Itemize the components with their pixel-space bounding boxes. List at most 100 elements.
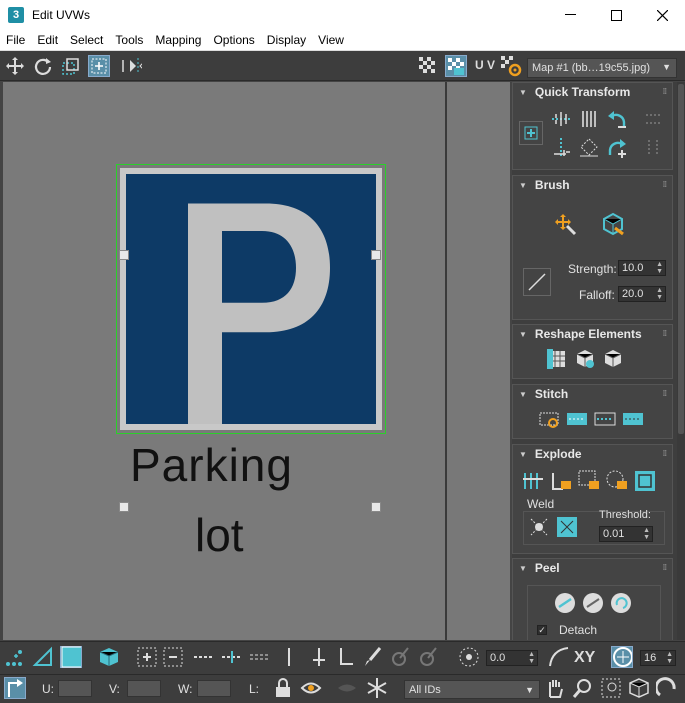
u-coord-field[interactable] xyxy=(58,680,92,697)
paint-shrink-button[interactable] xyxy=(418,646,440,668)
scrollbar-thumb[interactable] xyxy=(678,84,684,434)
zoom-extents-button[interactable] xyxy=(628,677,650,699)
ring-grow-button[interactable] xyxy=(308,646,330,668)
stitch-to-source-button[interactable] xyxy=(621,407,645,431)
uv-vertex-handle[interactable] xyxy=(371,250,381,260)
spinner-arrows-icon[interactable]: ▲ ▼ xyxy=(666,651,673,665)
panel-scrollbar[interactable] xyxy=(677,82,685,640)
rollout-header[interactable]: ▼ Peel ⁞⁞ xyxy=(513,559,672,577)
detach-edge-verts-button[interactable] xyxy=(549,469,573,493)
freeform-tool-button[interactable] xyxy=(88,55,110,77)
align-horizontal-button[interactable] xyxy=(549,107,573,131)
snap-grid-button[interactable] xyxy=(611,646,633,668)
edge-select-button[interactable] xyxy=(32,646,54,668)
w-coord-field[interactable] xyxy=(197,680,231,697)
flatten-by-polygon-angle-button[interactable] xyxy=(577,469,601,493)
show-map-button[interactable] xyxy=(445,55,467,77)
straighten-button[interactable] xyxy=(577,135,601,159)
move-tool-button[interactable] xyxy=(4,55,26,77)
relax-brush-button[interactable] xyxy=(601,212,625,236)
weld-target-button[interactable] xyxy=(555,515,579,539)
space-horizontal-button[interactable] xyxy=(577,107,601,131)
uv-vertex-handle[interactable] xyxy=(119,502,129,512)
align-vertical-button[interactable] xyxy=(549,135,573,159)
snap-toggle-button[interactable] xyxy=(656,677,678,699)
uv-vertex-handle[interactable] xyxy=(371,502,381,512)
maximize-button[interactable] xyxy=(593,0,639,30)
zoom-region-button[interactable] xyxy=(600,677,622,699)
unhide-all-button[interactable] xyxy=(336,677,358,699)
rotate-cw-button[interactable] xyxy=(605,135,629,159)
loop-shrink-button[interactable] xyxy=(248,646,270,668)
rotate-tool-button[interactable] xyxy=(32,55,54,77)
mirror-tool-button[interactable] xyxy=(120,55,142,77)
paint-grow-button[interactable] xyxy=(390,646,412,668)
flatten-by-material-ids-button[interactable] xyxy=(633,469,657,493)
quick-peel-button[interactable] xyxy=(553,591,577,615)
menu-file[interactable]: File xyxy=(0,33,31,47)
curve-mode-button[interactable] xyxy=(548,646,570,668)
rotate-ccw-button[interactable] xyxy=(605,107,629,131)
uv-viewport-outside-area[interactable] xyxy=(447,82,510,640)
loop-grow-button[interactable] xyxy=(192,646,214,668)
stitch-custom-button[interactable] xyxy=(537,407,561,431)
straighten-selection-button[interactable] xyxy=(545,347,569,371)
texture-options-button[interactable] xyxy=(500,55,522,77)
lock-selection-button[interactable] xyxy=(272,677,294,699)
rollout-header[interactable]: ▼ Brush ⁞⁞ xyxy=(513,176,672,194)
menu-edit[interactable]: Edit xyxy=(31,33,64,47)
xy-axis-toggle[interactable]: XY xyxy=(574,649,595,667)
spinner-arrows-icon[interactable]: ▲ ▼ xyxy=(656,287,663,301)
rollout-header[interactable]: ▼ Quick Transform ⁞⁞ xyxy=(513,83,672,101)
grid-count-spinner[interactable]: 16 ▲ ▼ xyxy=(640,650,676,666)
vertex-select-button[interactable] xyxy=(4,646,26,668)
rollout-header[interactable]: ▼ Explode ⁞⁞ xyxy=(513,445,672,463)
checker-toggle-button[interactable] xyxy=(417,55,439,77)
weld-selected-button[interactable] xyxy=(527,515,551,539)
stitch-to-target-button[interactable] xyxy=(565,407,589,431)
ring-button[interactable] xyxy=(278,646,300,668)
rollout-header[interactable]: ▼ Reshape Elements ⁞⁞ xyxy=(513,325,672,343)
shrink-selection-button[interactable] xyxy=(162,646,184,668)
paint-select-button[interactable] xyxy=(362,646,384,668)
brush-falloff-button[interactable] xyxy=(523,268,551,296)
rotate-angle-button[interactable] xyxy=(458,646,480,668)
texture-map-dropdown[interactable]: Map #1 (bb…19c55.jpg) ▼ xyxy=(527,58,677,78)
v-coord-field[interactable] xyxy=(127,680,161,697)
absolute-relative-toggle[interactable] xyxy=(4,677,26,699)
scale-tool-button[interactable] xyxy=(60,55,82,77)
menu-view[interactable]: View xyxy=(312,33,350,47)
loop-expand-button[interactable] xyxy=(220,646,242,668)
close-button[interactable] xyxy=(639,0,685,30)
zoom-button[interactable] xyxy=(572,677,594,699)
strength-spinner[interactable]: 10.0 ▲ ▼ xyxy=(618,260,666,276)
uv-axis-label[interactable]: U V xyxy=(475,58,495,72)
pan-button[interactable] xyxy=(544,677,566,699)
material-id-dropdown[interactable]: All IDs ▼ xyxy=(404,680,540,699)
relax-button[interactable] xyxy=(601,347,625,371)
ring-shrink-button[interactable] xyxy=(336,646,358,668)
minimize-button[interactable] xyxy=(547,0,593,30)
threshold-spinner[interactable]: 0.01 ▲ ▼ xyxy=(599,526,653,542)
spinner-arrows-icon[interactable]: ▲ ▼ xyxy=(656,261,663,275)
stitch-average-button[interactable] xyxy=(593,407,617,431)
detach-checkbox[interactable]: ✓ xyxy=(537,625,547,635)
rollout-header[interactable]: ▼ Stitch ⁞⁞ xyxy=(513,385,672,403)
reset-peel-button[interactable] xyxy=(609,591,633,615)
menu-display[interactable]: Display xyxy=(261,33,312,47)
set-pivot-button[interactable] xyxy=(519,121,543,145)
menu-select[interactable]: Select xyxy=(64,33,109,47)
spinner-arrows-icon[interactable]: ▲ ▼ xyxy=(528,651,535,665)
flatten-by-smoothing-groups-button[interactable] xyxy=(605,469,629,493)
relax-until-flat-button[interactable] xyxy=(573,347,597,371)
menu-mapping[interactable]: Mapping xyxy=(149,33,207,47)
menu-tools[interactable]: Tools xyxy=(109,33,149,47)
align-settings-button[interactable] xyxy=(641,107,665,131)
element-select-button[interactable] xyxy=(98,646,120,668)
spinner-arrows-icon[interactable]: ▲ ▼ xyxy=(643,527,650,541)
menu-options[interactable]: Options xyxy=(207,33,260,47)
polygon-select-button[interactable] xyxy=(60,646,82,668)
peel-mode-button[interactable] xyxy=(581,591,605,615)
freeze-button[interactable] xyxy=(366,677,388,699)
paint-move-button[interactable] xyxy=(553,212,577,236)
